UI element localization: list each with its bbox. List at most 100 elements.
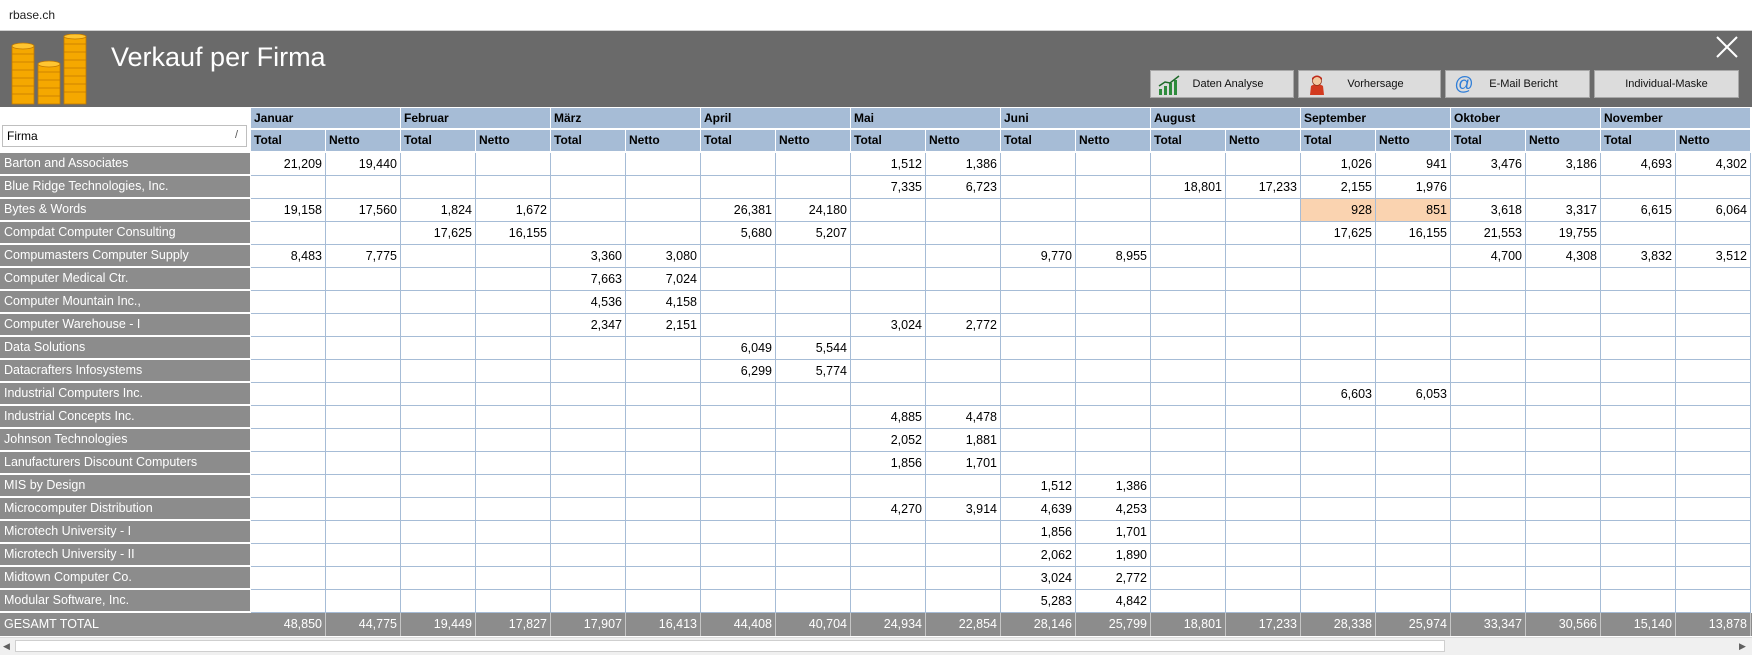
table-cell[interactable]: [1376, 406, 1451, 429]
table-cell[interactable]: [701, 176, 776, 199]
table-cell[interactable]: [401, 337, 476, 360]
table-cell[interactable]: [1376, 567, 1451, 590]
table-cell[interactable]: [251, 498, 326, 521]
table-cell[interactable]: [251, 383, 326, 406]
table-cell[interactable]: [776, 176, 851, 199]
horizontal-scrollbar[interactable]: ◀ ▶: [0, 637, 1752, 655]
table-cell[interactable]: [1001, 337, 1076, 360]
table-cell[interactable]: 4,693: [1601, 153, 1676, 176]
table-cell[interactable]: [401, 544, 476, 567]
table-cell[interactable]: [1001, 429, 1076, 452]
table-cell[interactable]: [326, 406, 401, 429]
table-cell[interactable]: [1151, 521, 1226, 544]
table-cell[interactable]: [1151, 475, 1226, 498]
table-cell[interactable]: [251, 314, 326, 337]
table-cell[interactable]: 3,914: [926, 498, 1001, 521]
table-cell[interactable]: [1301, 268, 1376, 291]
table-cell[interactable]: [476, 452, 551, 475]
company-row-label[interactable]: Lanufacturers Discount Computers: [0, 452, 250, 474]
table-cell[interactable]: [926, 590, 1001, 613]
table-cell[interactable]: [1226, 245, 1301, 268]
table-cell[interactable]: [1526, 521, 1601, 544]
table-cell[interactable]: [1151, 567, 1226, 590]
table-cell[interactable]: 6,723: [926, 176, 1001, 199]
table-cell[interactable]: [1226, 222, 1301, 245]
table-cell[interactable]: [251, 176, 326, 199]
table-cell[interactable]: [626, 521, 701, 544]
table-cell[interactable]: [551, 383, 626, 406]
table-cell[interactable]: 6,049: [701, 337, 776, 360]
table-cell[interactable]: [1076, 360, 1151, 383]
table-cell[interactable]: [326, 291, 401, 314]
table-cell[interactable]: [1226, 406, 1301, 429]
table-cell[interactable]: [401, 153, 476, 176]
table-cell[interactable]: [626, 337, 701, 360]
company-row-label[interactable]: Computer Mountain Inc.,: [0, 291, 250, 313]
table-cell[interactable]: [251, 590, 326, 613]
email-report-button[interactable]: @ E-Mail Bericht: [1445, 70, 1590, 98]
table-cell[interactable]: [626, 199, 701, 222]
table-cell[interactable]: [401, 567, 476, 590]
table-cell[interactable]: [476, 153, 551, 176]
table-cell[interactable]: [626, 498, 701, 521]
table-cell[interactable]: [1451, 383, 1526, 406]
table-cell[interactable]: [1676, 268, 1751, 291]
company-row-label[interactable]: Computer Medical Ctr.: [0, 268, 250, 290]
table-cell[interactable]: 3,024: [851, 314, 926, 337]
table-cell[interactable]: [926, 567, 1001, 590]
table-cell[interactable]: [1526, 314, 1601, 337]
table-cell[interactable]: [1001, 360, 1076, 383]
table-cell[interactable]: [1676, 498, 1751, 521]
table-cell[interactable]: [1001, 153, 1076, 176]
table-cell[interactable]: [1151, 406, 1226, 429]
table-cell[interactable]: [926, 268, 1001, 291]
table-cell[interactable]: [1451, 544, 1526, 567]
table-cell[interactable]: [626, 153, 701, 176]
table-cell[interactable]: [1601, 521, 1676, 544]
table-cell[interactable]: [776, 268, 851, 291]
table-cell[interactable]: [926, 544, 1001, 567]
table-cell[interactable]: [1076, 452, 1151, 475]
table-cell[interactable]: 9,770: [1001, 245, 1076, 268]
table-cell[interactable]: [926, 199, 1001, 222]
table-cell[interactable]: [776, 291, 851, 314]
table-cell[interactable]: 928: [1301, 199, 1376, 222]
forecast-button[interactable]: Vorhersage: [1298, 70, 1441, 98]
table-cell[interactable]: 17,625: [401, 222, 476, 245]
table-cell[interactable]: [1151, 544, 1226, 567]
table-cell[interactable]: [551, 360, 626, 383]
table-cell[interactable]: [1526, 475, 1601, 498]
table-cell[interactable]: [401, 268, 476, 291]
table-cell[interactable]: 19,755: [1526, 222, 1601, 245]
table-cell[interactable]: [1001, 291, 1076, 314]
table-cell[interactable]: [851, 337, 926, 360]
table-cell[interactable]: 4,158: [626, 291, 701, 314]
table-cell[interactable]: [1526, 452, 1601, 475]
table-cell[interactable]: [1376, 544, 1451, 567]
table-cell[interactable]: [1526, 337, 1601, 360]
table-cell[interactable]: [851, 222, 926, 245]
table-cell[interactable]: [251, 567, 326, 590]
table-cell[interactable]: 2,052: [851, 429, 926, 452]
table-cell[interactable]: 941: [1376, 153, 1451, 176]
table-cell[interactable]: [401, 475, 476, 498]
scrollbar-thumb[interactable]: [15, 640, 1445, 652]
table-cell[interactable]: 7,775: [326, 245, 401, 268]
table-cell[interactable]: [701, 383, 776, 406]
table-cell[interactable]: [1676, 360, 1751, 383]
table-cell[interactable]: [1151, 199, 1226, 222]
table-cell[interactable]: 26,381: [701, 199, 776, 222]
table-cell[interactable]: [326, 314, 401, 337]
table-cell[interactable]: [1601, 337, 1676, 360]
table-cell[interactable]: [326, 521, 401, 544]
table-cell[interactable]: [251, 452, 326, 475]
table-cell[interactable]: 3,317: [1526, 199, 1601, 222]
table-cell[interactable]: [551, 452, 626, 475]
close-icon[interactable]: [1714, 34, 1740, 60]
table-cell[interactable]: [251, 268, 326, 291]
table-cell[interactable]: [1376, 360, 1451, 383]
company-row-label[interactable]: Blue Ridge Technologies, Inc.: [0, 176, 250, 198]
table-cell[interactable]: [326, 222, 401, 245]
table-cell[interactable]: [1676, 406, 1751, 429]
table-cell[interactable]: [1601, 176, 1676, 199]
